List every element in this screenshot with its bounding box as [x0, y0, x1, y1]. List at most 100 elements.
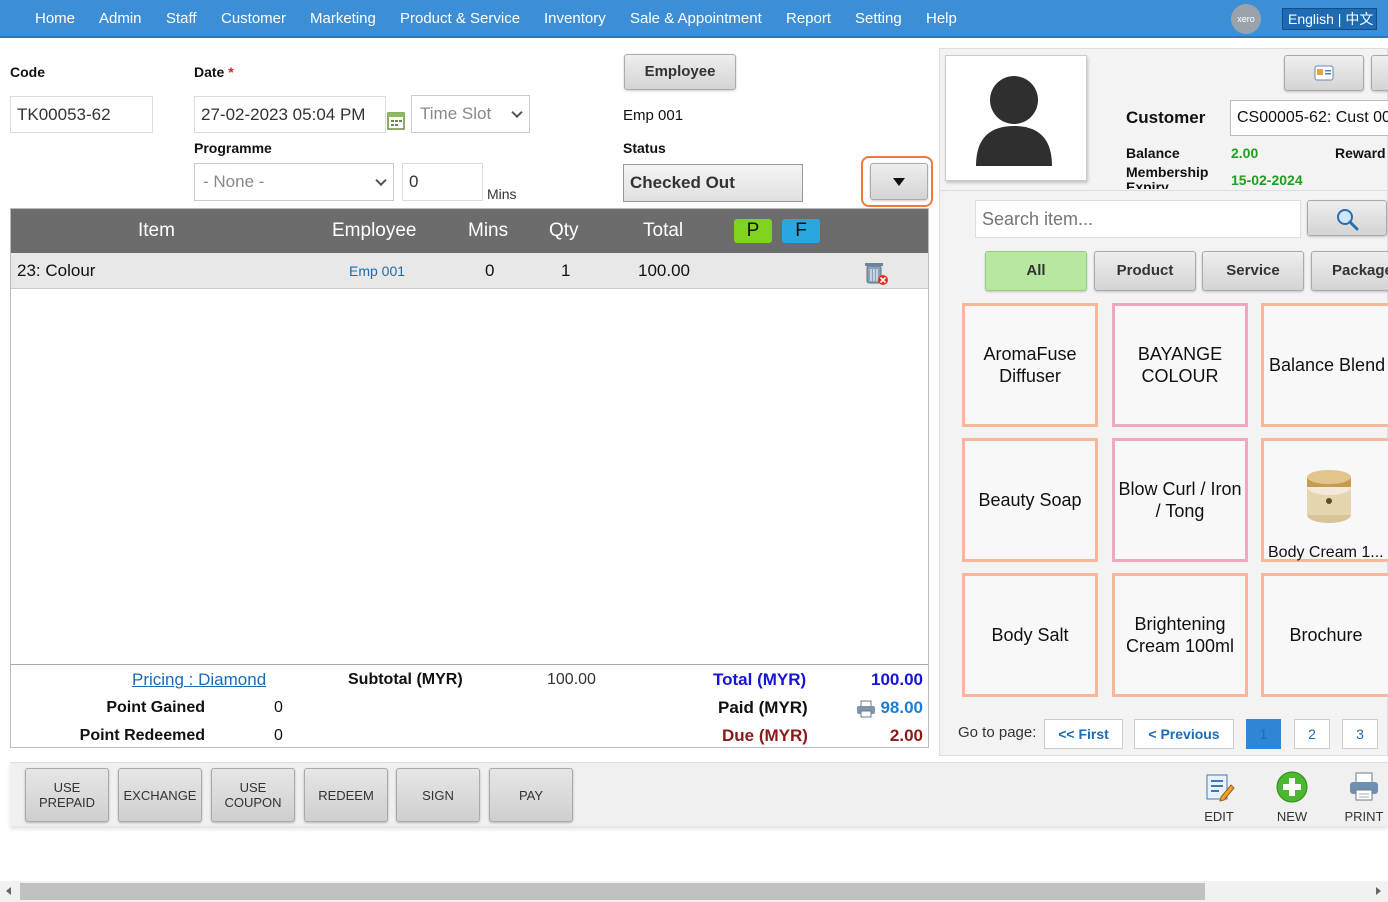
customer-field[interactable]: CS00005-62: Cust 001: [1230, 100, 1388, 136]
date-field[interactable]: 27-02-2023 05:04 PM: [194, 96, 386, 133]
subtotal-value: 100.00: [547, 671, 596, 688]
redeem-button[interactable]: REDEEM: [304, 768, 388, 822]
table-summary: Pricing : Diamond Subtotal (MYR) 100.00 …: [11, 664, 928, 748]
cream-jar-image: [1307, 470, 1351, 523]
table-row[interactable]: 23: Colour Emp 001 0 1 100.00: [11, 253, 928, 289]
first-page-button[interactable]: << First: [1044, 719, 1123, 749]
programme-select[interactable]: - None -: [194, 163, 394, 201]
nav-sale-appointment[interactable]: Sale & Appointment: [630, 0, 762, 38]
code-label: Code: [10, 64, 45, 80]
edit-label: EDIT: [1204, 809, 1234, 824]
status-dropdown-button[interactable]: [870, 163, 928, 200]
new-tool[interactable]: NEW: [1267, 771, 1317, 824]
nav-help[interactable]: Help: [926, 0, 957, 38]
row-qty: 1: [561, 261, 571, 280]
f-badge[interactable]: F: [782, 219, 820, 243]
pay-button[interactable]: PAY: [489, 768, 573, 822]
nav-admin[interactable]: Admin: [99, 0, 142, 38]
chevron-down-icon: [511, 106, 523, 119]
product-tile[interactable]: Brochure: [1261, 573, 1388, 697]
status-label: Status: [623, 140, 666, 156]
nav-home[interactable]: Home: [35, 0, 75, 38]
date-label: Date *: [194, 64, 234, 80]
id-card-icon: [1314, 65, 1334, 81]
pricing-link[interactable]: Pricing : Diamond: [132, 670, 266, 690]
language-switch[interactable]: English | 中文: [1282, 8, 1377, 30]
filter-service[interactable]: Service: [1202, 251, 1304, 291]
printer-icon[interactable]: [856, 700, 876, 718]
product-tile[interactable]: Blow Curl / Iron / Tong: [1112, 438, 1248, 562]
paid-label: Paid (MYR): [718, 698, 808, 717]
customer-card-button[interactable]: [1284, 55, 1364, 91]
sign-button[interactable]: SIGN: [396, 768, 480, 822]
nav-staff[interactable]: Staff: [166, 0, 197, 38]
row-mins: 0: [485, 261, 495, 280]
point-gained-value: 0: [274, 699, 283, 716]
row-item: 23: Colour: [17, 261, 96, 280]
item-table: Item Employee Mins Qty Total P F 23: Col…: [10, 208, 929, 748]
due-value: 2.00: [889, 726, 923, 745]
xero-icon[interactable]: xero: [1231, 4, 1261, 34]
page-1-button[interactable]: 1: [1246, 719, 1281, 749]
filter-all[interactable]: All: [985, 251, 1087, 291]
product-tile[interactable]: Body Salt: [962, 573, 1098, 697]
new-label: NEW: [1276, 809, 1308, 824]
nav-report[interactable]: Report: [786, 0, 831, 38]
delete-icon[interactable]: [863, 260, 889, 286]
balance-label: Balance: [1126, 145, 1180, 161]
print-label: PRINT: [1344, 809, 1384, 824]
nav-setting[interactable]: Setting: [855, 0, 902, 38]
action-bar: USE PREPAID EXCHANGE USE COUPON REDEEM S…: [10, 762, 1388, 826]
search-button[interactable]: [1307, 200, 1387, 236]
customer-avatar[interactable]: [945, 55, 1087, 181]
add-icon: [1276, 771, 1308, 803]
chevron-down-icon: [375, 174, 387, 187]
filter-product[interactable]: Product: [1094, 251, 1196, 291]
product-tile[interactable]: Balance Blend: [1261, 303, 1388, 427]
page-2-button[interactable]: 2: [1294, 719, 1330, 749]
edit-tool[interactable]: EDIT: [1194, 771, 1244, 824]
previous-page-button[interactable]: < Previous: [1134, 719, 1234, 749]
header-item: Item: [138, 220, 175, 241]
exchange-button[interactable]: EXCHANGE: [118, 768, 202, 822]
balance-value: 2.00: [1231, 145, 1259, 161]
search-icon: [1337, 209, 1359, 231]
product-tile[interactable]: BAYANGE COLOUR: [1112, 303, 1248, 427]
mins-input[interactable]: 0: [402, 163, 483, 201]
point-gained-label: Point Gained: [106, 699, 205, 716]
product-tile[interactable]: Body Cream 1...: [1261, 438, 1388, 562]
calendar-icon[interactable]: [387, 110, 405, 130]
paid-value[interactable]: 98.00: [880, 698, 923, 718]
page-3-button[interactable]: 3: [1342, 719, 1378, 749]
caret-down-icon: [893, 178, 905, 186]
code-field[interactable]: TK00053-62: [10, 96, 153, 133]
product-tile[interactable]: Brightening Cream 100ml: [1112, 573, 1248, 697]
customer-extra-button[interactable]: [1371, 55, 1388, 91]
status-field[interactable]: Checked Out: [623, 164, 803, 202]
nav-marketing[interactable]: Marketing: [310, 0, 376, 38]
p-badge[interactable]: P: [734, 219, 772, 243]
filter-package[interactable]: Package: [1311, 251, 1388, 291]
scroll-right-icon[interactable]: [1376, 887, 1381, 895]
nav-customer[interactable]: Customer: [221, 0, 286, 38]
print-tool[interactable]: PRINT: [1339, 771, 1388, 824]
total-label: Total (MYR): [713, 670, 807, 689]
nav-product-service[interactable]: Product & Service: [400, 0, 520, 38]
product-tile[interactable]: Beauty Soap: [962, 438, 1098, 562]
scroll-left-icon[interactable]: [6, 887, 11, 895]
employee-value: Emp 001: [623, 107, 684, 124]
use-prepaid-button[interactable]: USE PREPAID: [25, 768, 109, 822]
timeslot-select[interactable]: Time Slot: [411, 95, 530, 133]
point-redeemed-value: 0: [274, 727, 283, 744]
employee-button[interactable]: Employee: [624, 54, 736, 90]
scrollbar-thumb[interactable]: [20, 883, 1205, 900]
mins-unit-label: Mins: [487, 186, 517, 202]
nav-inventory[interactable]: Inventory: [544, 0, 606, 38]
use-coupon-button[interactable]: USE COUPON: [211, 768, 295, 822]
product-tile[interactable]: AromaFuse Diffuser: [962, 303, 1098, 427]
horizontal-scrollbar[interactable]: [0, 881, 1388, 902]
row-employee-link[interactable]: Emp 001: [349, 253, 405, 289]
total-value: 100.00: [871, 670, 923, 689]
user-silhouette-icon: [976, 76, 1052, 166]
search-input[interactable]: [975, 200, 1301, 238]
